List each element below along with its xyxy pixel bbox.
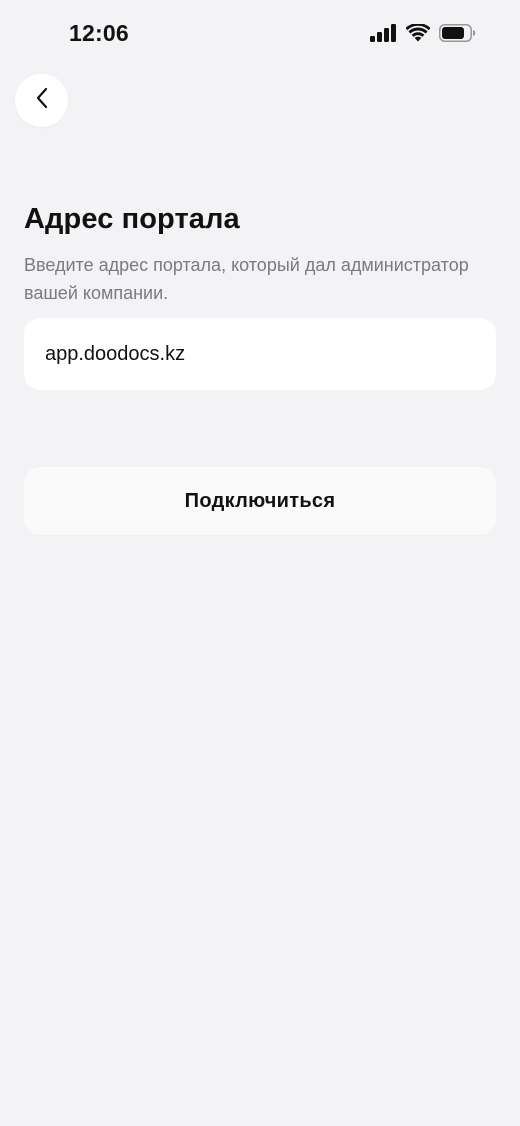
- wifi-icon: [406, 24, 430, 42]
- portal-address-input[interactable]: [45, 339, 475, 369]
- status-icons: [370, 24, 476, 42]
- battery-icon: [439, 24, 476, 42]
- status-bar: 12:06: [0, 0, 520, 70]
- status-time: 12:06: [69, 20, 129, 46]
- page-description: Введите адрес портала, который дал админ…: [24, 255, 469, 303]
- chevron-left-icon: [35, 87, 49, 114]
- connect-button[interactable]: Подключиться: [24, 467, 496, 535]
- portal-address-field[interactable]: [24, 318, 496, 390]
- cellular-signal-icon: [370, 24, 397, 42]
- portal-address-screen: 12:06 Адрес портала Введите адрес портал…: [0, 0, 520, 1126]
- back-button[interactable]: [15, 74, 68, 127]
- page-title: Адрес портала: [24, 203, 240, 235]
